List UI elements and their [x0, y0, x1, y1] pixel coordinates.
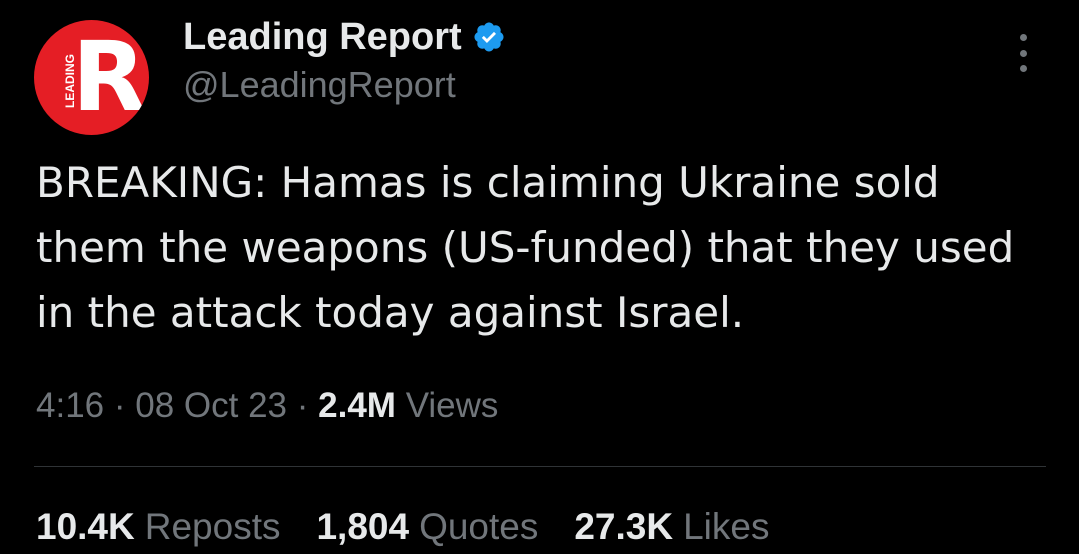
reposts-stat[interactable]: 10.4K Reposts [36, 506, 280, 548]
likes-label: Likes [683, 506, 770, 547]
quotes-label: Quotes [419, 506, 539, 547]
divider [34, 466, 1046, 467]
views-count: 2.4M [318, 386, 406, 425]
meta-separator: · [113, 386, 136, 425]
more-dot [1019, 34, 1027, 41]
avatar-letter: R [72, 21, 146, 133]
quotes-count: 1,804 [316, 506, 410, 547]
quotes-stat[interactable]: 1,804 Quotes [316, 506, 538, 548]
more-dot [1019, 65, 1027, 72]
reposts-count: 10.4K [36, 506, 135, 547]
meta-separator: · [296, 386, 319, 425]
verified-badge-icon[interactable] [472, 20, 506, 54]
avatar[interactable]: LEADING R [34, 20, 149, 135]
tweet-time[interactable]: 4:16 [36, 386, 104, 425]
reposts-label: Reposts [144, 506, 281, 547]
views-label: Views [405, 386, 499, 425]
engagement-stats: 10.4K Reposts 1,804 Quotes 27.3K Likes [36, 506, 805, 548]
tweet-meta: 4:16 · 08 Oct 23 · 2.4M Views [36, 386, 498, 426]
tweet-card: LEADING R Leading Report @LeadingReport … [0, 0, 1079, 554]
likes-stat[interactable]: 27.3K Likes [574, 506, 769, 548]
tweet-text: BREAKING: Hamas is claiming Ukraine sold… [36, 158, 1015, 337]
tweet-date[interactable]: 08 Oct 23 [135, 386, 287, 425]
author-handle[interactable]: @LeadingReport [183, 64, 456, 106]
more-vertical-icon[interactable] [1008, 34, 1038, 72]
display-name[interactable]: Leading Report [183, 16, 462, 59]
more-dot [1019, 49, 1027, 57]
likes-count: 27.3K [574, 506, 674, 547]
author-name-row: Leading Report [183, 14, 506, 60]
